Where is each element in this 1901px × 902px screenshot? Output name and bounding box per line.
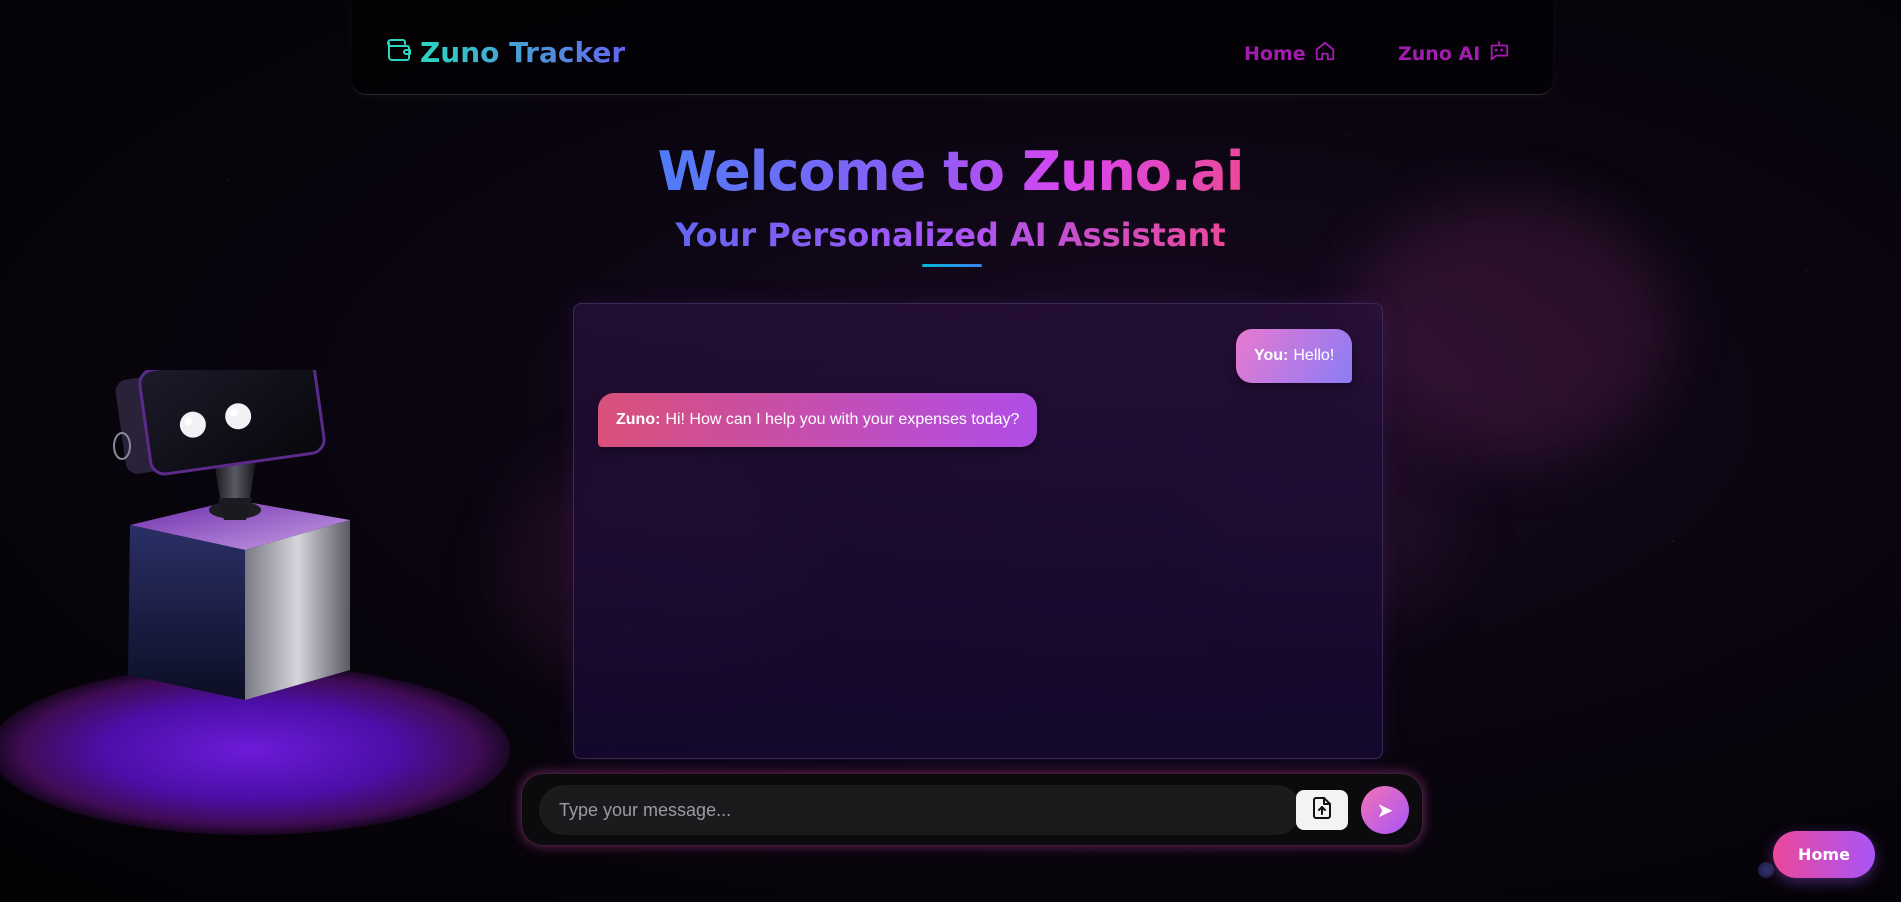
- chat-message-user: You: Hello!: [1236, 329, 1353, 383]
- chat-message-bot: Zuno: Hi! How can I help you with your e…: [598, 393, 1038, 447]
- send-icon: ➤: [1376, 799, 1394, 822]
- nav-home-label: Home: [1244, 42, 1306, 65]
- floating-home-button[interactable]: Home: [1773, 831, 1875, 878]
- navbar: Zuno Tracker Home Zuno AI: [352, 0, 1553, 95]
- robot-illustration: [113, 370, 350, 700]
- nav-zuno-ai-label: Zuno AI: [1398, 42, 1481, 65]
- home-icon: [1314, 40, 1336, 67]
- brand-title: Zuno Tracker: [420, 36, 626, 69]
- file-upload-button[interactable]: [1296, 790, 1348, 830]
- message-text: Hi! How can I help you with your expense…: [665, 411, 1020, 428]
- chat-bot-icon: [1488, 40, 1510, 67]
- nav-home-link[interactable]: Home: [1244, 40, 1336, 67]
- message-input[interactable]: [539, 785, 1301, 835]
- hero-subtitle: Your Personalized AI Assistant: [675, 216, 1226, 254]
- file-upload-icon: [1311, 796, 1333, 825]
- send-button[interactable]: ➤: [1361, 786, 1409, 834]
- message-text: Hello!: [1293, 347, 1335, 364]
- title-underline: [922, 264, 982, 267]
- message-sender: You:: [1254, 347, 1289, 364]
- chat-window[interactable]: You: Hello! Zuno: Hi! How can I help you…: [573, 303, 1383, 759]
- brand[interactable]: Zuno Tracker: [386, 36, 625, 69]
- nav-zuno-ai-link[interactable]: Zuno AI: [1398, 40, 1510, 67]
- message-composer: ➤: [521, 773, 1423, 846]
- message-sender: Zuno:: [616, 411, 661, 428]
- wallet-icon: [386, 38, 412, 67]
- hero-title: Welcome to Zuno.ai: [657, 140, 1245, 203]
- floating-indicator-dot: [1758, 862, 1774, 878]
